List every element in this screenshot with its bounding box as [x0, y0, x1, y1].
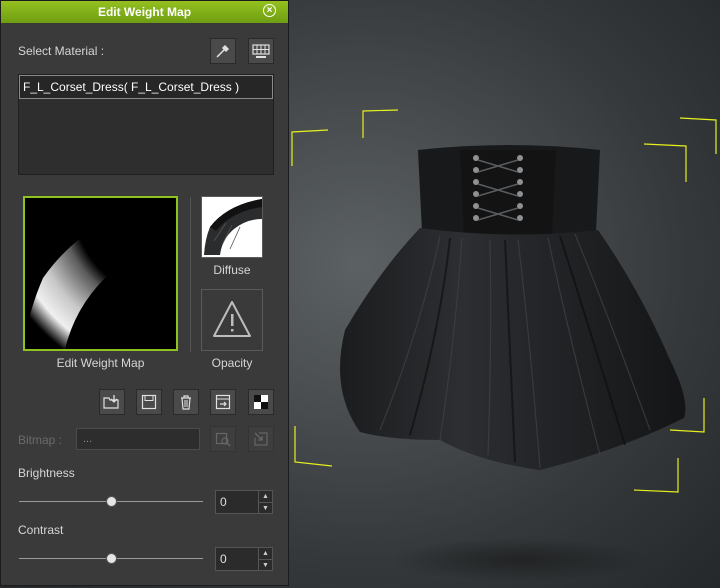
browse-bitmap-button[interactable] — [210, 426, 236, 452]
edit-external-button[interactable] — [210, 389, 236, 415]
selection-bracket-bottom-right-outer — [669, 398, 705, 433]
close-icon[interactable]: × — [263, 4, 276, 17]
contrast-up-icon[interactable]: ▲ — [259, 548, 272, 560]
edit-weight-map-panel: Edit Weight Map × Select Material : F_L_… — [0, 0, 289, 586]
brightness-slider-knob[interactable] — [106, 496, 117, 507]
eyedropper-button[interactable] — [210, 38, 236, 64]
trash-icon — [181, 395, 191, 410]
panel-titlebar[interactable]: Edit Weight Map × — [1, 1, 288, 23]
grid-icon — [252, 44, 270, 58]
panel-title: Edit Weight Map — [97, 5, 192, 19]
brightness-label: Brightness — [18, 466, 75, 480]
bitmap-path-field[interactable]: ... — [76, 428, 200, 450]
checker-icon — [254, 395, 268, 409]
contrast-slider-knob[interactable] — [106, 553, 117, 564]
selection-bracket-bottom-left — [294, 426, 333, 467]
selection-bracket-top-left-outer — [291, 129, 329, 166]
weight-map-caption: Edit Weight Map — [56, 356, 145, 370]
save-image-button[interactable] — [136, 389, 162, 415]
eyedropper-icon — [216, 44, 230, 58]
contrast-down-icon[interactable]: ▼ — [259, 560, 272, 571]
save-icon — [141, 394, 157, 410]
diffuse-thumbnail[interactable] — [201, 196, 263, 258]
apply-bitmap-button[interactable] — [248, 426, 274, 452]
select-material-label: Select Material : — [18, 44, 105, 58]
arrow-in-icon — [254, 432, 268, 446]
selection-bracket-top-right-outer — [679, 117, 717, 154]
opacity-caption: Opacity — [211, 356, 253, 370]
load-image-button[interactable] — [99, 389, 125, 415]
search-image-icon — [215, 432, 231, 447]
folder-open-icon — [103, 395, 119, 409]
contrast-label: Contrast — [18, 523, 64, 537]
invert-button[interactable] — [248, 389, 274, 415]
brightness-spinbox[interactable]: 0 ▲ ▼ — [215, 490, 273, 514]
bitmap-label: Bitmap : — [18, 433, 63, 447]
selection-bracket-top-left-inner — [362, 109, 399, 138]
brightness-up-icon[interactable]: ▲ — [259, 491, 272, 503]
grid-view-button[interactable] — [248, 38, 274, 64]
contrast-value: 0 — [220, 552, 227, 566]
selection-bracket-bottom-right-inner — [633, 458, 679, 493]
divider — [190, 197, 191, 352]
weight-map-thumbnail[interactable] — [23, 196, 178, 351]
export-icon — [215, 394, 231, 410]
brightness-value: 0 — [220, 495, 227, 509]
brightness-down-icon[interactable]: ▼ — [259, 503, 272, 514]
warning-icon — [213, 301, 251, 337]
opacity-thumbnail[interactable] — [201, 289, 263, 351]
material-list[interactable]: F_L_Corset_Dress( F_L_Corset_Dress ) — [18, 74, 274, 175]
contrast-spinbox[interactable]: 0 ▲ ▼ — [215, 547, 273, 571]
material-list-item[interactable]: F_L_Corset_Dress( F_L_Corset_Dress ) — [19, 75, 273, 99]
diffuse-caption: Diffuse — [213, 263, 251, 277]
delete-button[interactable] — [173, 389, 199, 415]
